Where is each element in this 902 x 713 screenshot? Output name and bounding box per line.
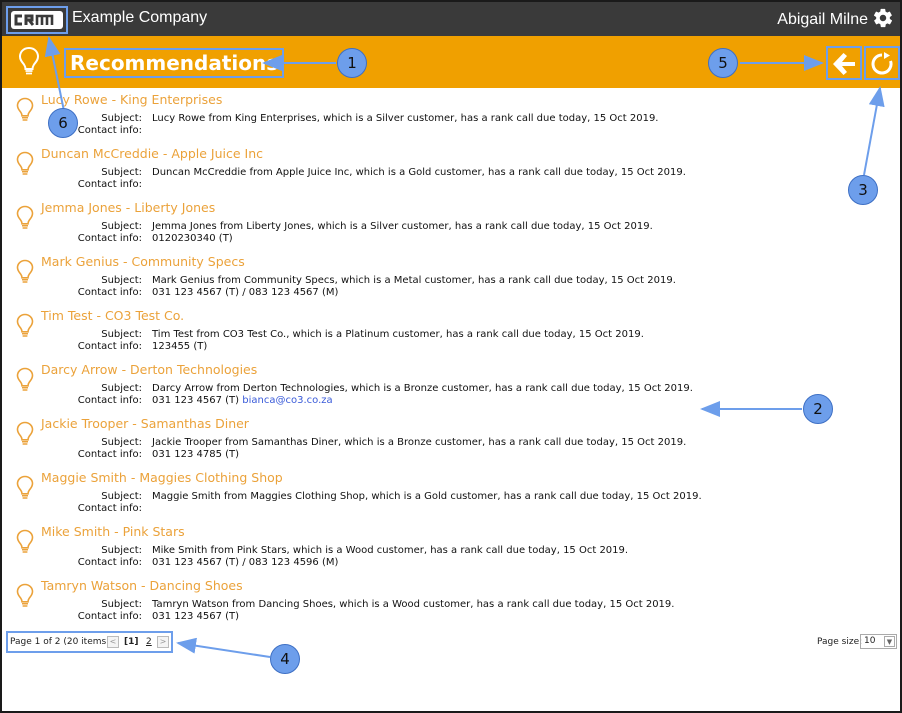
top-bar: Example Company Abigail Milne xyxy=(2,2,900,36)
recommendation-title-link[interactable]: Tim Test - CO3 Test Co. xyxy=(41,308,184,323)
contact-value: 031 123 4567 (T) / 083 123 4596 (M) xyxy=(152,557,338,568)
subject-label: Subject: xyxy=(101,491,142,502)
subject-label: Subject: xyxy=(101,437,142,448)
contact-label: Contact info: xyxy=(77,233,142,244)
recommendation-title-link[interactable]: Mark Genius - Community Specs xyxy=(41,254,245,269)
subject-text: Tim Test from CO3 Test Co., which is a P… xyxy=(152,329,644,340)
callout-2: 2 xyxy=(803,394,833,424)
contact-label: Contact info: xyxy=(77,557,142,568)
contact-text: 031 123 4785 (T) xyxy=(152,449,240,460)
callout-5: 5 xyxy=(708,48,738,78)
logo-highlight[interactable] xyxy=(6,6,68,34)
email-link[interactable]: bianca@co3.co.za xyxy=(242,395,332,406)
back-button[interactable] xyxy=(826,46,862,80)
contact-label: Contact info: xyxy=(77,125,142,136)
contact-value: 0120230340 (T) xyxy=(152,233,233,244)
recommendation-title-link[interactable]: Darcy Arrow - Derton Technologies xyxy=(41,362,257,377)
callout-3: 3 xyxy=(848,175,878,205)
list-item: Mike Smith - Pink Stars Subject: Mike Smit… xyxy=(2,522,900,576)
user-name[interactable]: Abigail Milne xyxy=(777,11,868,29)
contact-label: Contact info: xyxy=(77,449,142,460)
page-title: Recommendations xyxy=(70,51,279,75)
callout-1: 1 xyxy=(337,48,367,78)
subject-label: Subject: xyxy=(101,329,142,340)
contact-value: 123455 (T) xyxy=(152,341,207,352)
pager-page-2[interactable]: 2 xyxy=(146,637,152,647)
subject-text: Mike Smith from Pink Stars, which is a W… xyxy=(152,545,629,556)
list-item: Jackie Trooper - Samanthas Diner Subject:… xyxy=(2,414,900,468)
pager-next-button[interactable]: > xyxy=(157,636,169,648)
subject-label: Subject: xyxy=(101,221,142,232)
refresh-icon xyxy=(871,52,893,75)
contact-text: 0120230340 (T) xyxy=(152,233,233,244)
callout-6: 6 xyxy=(48,108,78,138)
contact-label: Contact info: xyxy=(77,287,142,298)
subject-label: Subject: xyxy=(101,599,142,610)
list-item: Jemma Jones - Liberty Jones Subject: Jemma… xyxy=(2,198,900,252)
contact-label: Contact info: xyxy=(77,395,142,406)
contact-value: 031 123 4567 (T) bianca@co3.co.za xyxy=(152,395,333,406)
arrow-left-icon xyxy=(833,53,855,75)
pager-summary: Page 1 of 2 (20 items) xyxy=(10,637,110,647)
contact-text: 031 123 4567 (T) xyxy=(152,395,240,406)
list-item: Maggie Smith - Maggies Clothing Shop Subj… xyxy=(2,468,900,522)
recommendation-title-link[interactable]: Maggie Smith - Maggies Clothing Shop xyxy=(41,470,283,485)
callout-4: 4 xyxy=(270,644,300,674)
subject-text: Lucy Rowe from King Enterprises, which i… xyxy=(152,113,659,124)
subject-text: Darcy Arrow from Derton Technologies, wh… xyxy=(152,383,693,394)
crm-logo[interactable] xyxy=(11,11,63,29)
chevron-down-icon[interactable]: ▼ xyxy=(884,636,895,647)
contact-text: 031 123 4567 (T) / 083 123 4596 (M) xyxy=(152,557,339,568)
contact-label: Contact info: xyxy=(77,179,142,190)
subject-label: Subject: xyxy=(101,383,142,394)
page-title-highlight: Recommendations xyxy=(64,48,285,78)
page-size-label: Page size: xyxy=(817,637,863,647)
pager: Page 1 of 2 (20 items) < [1] 2 > xyxy=(6,631,173,653)
recommendation-list: Lucy Rowe - King Enterprises Subject: Lucy… xyxy=(2,90,900,630)
recommendation-title-link[interactable]: Mike Smith - Pink Stars xyxy=(41,524,185,539)
app-window: Example Company Abigail Milne Recommenda… xyxy=(0,0,902,713)
recommendation-title-link[interactable]: Jemma Jones - Liberty Jones xyxy=(41,200,215,215)
refresh-button[interactable] xyxy=(864,46,900,80)
list-item: Tim Test - CO3 Test Co. Subject: Tim Test … xyxy=(2,306,900,360)
subject-label: Subject: xyxy=(101,113,142,124)
lightbulb-icon xyxy=(18,46,40,75)
contact-label: Contact info: xyxy=(77,341,142,352)
pager-current-page: [1] xyxy=(124,637,139,647)
gear-icon[interactable] xyxy=(872,7,894,29)
page-size-value: 10 xyxy=(864,636,876,646)
contact-text: 031 123 4567 (T) / 083 123 4567 (M) xyxy=(152,287,339,298)
contact-value: 031 123 4785 (T) xyxy=(152,449,239,460)
list-item: Darcy Arrow - Derton Technologies Subject… xyxy=(2,360,900,414)
list-item: Lucy Rowe - King Enterprises Subject: Lucy… xyxy=(2,90,900,144)
page-header: Recommendations xyxy=(2,36,900,88)
pager-prev-button[interactable]: < xyxy=(107,636,119,648)
subject-text: Maggie Smith from Maggies Clothing Shop,… xyxy=(152,491,702,502)
recommendation-title-link[interactable]: Jackie Trooper - Samanthas Diner xyxy=(41,416,249,431)
list-item: Duncan McCreddie - Apple Juice Inc Subjec… xyxy=(2,144,900,198)
subject-text: Mark Genius from Community Specs, which … xyxy=(152,275,676,286)
contact-value: 031 123 4567 (T) / 083 123 4567 (M) xyxy=(152,287,338,298)
contact-label: Contact info: xyxy=(77,611,142,622)
contact-value: 031 123 4567 (T) xyxy=(152,611,239,622)
company-name: Example Company xyxy=(72,9,208,26)
subject-text: Jackie Trooper from Samanthas Diner, whi… xyxy=(152,437,687,448)
subject-text: Duncan McCreddie from Apple Juice Inc, w… xyxy=(152,167,686,178)
list-item: Tamryn Watson - Dancing Shoes Subject: Tam… xyxy=(2,576,900,630)
list-item: Mark Genius - Community Specs Subject: Mar… xyxy=(2,252,900,306)
subject-text: Jemma Jones from Liberty Jones, which is… xyxy=(152,221,653,232)
page-size-select[interactable]: 10 ▼ xyxy=(860,634,897,649)
contact-label: Contact info: xyxy=(77,503,142,514)
contact-text: 123455 (T) xyxy=(152,341,208,352)
subject-label: Subject: xyxy=(101,167,142,178)
subject-label: Subject: xyxy=(101,545,142,556)
subject-text: Tamryn Watson from Dancing Shoes, which … xyxy=(152,599,675,610)
recommendation-title-link[interactable]: Tamryn Watson - Dancing Shoes xyxy=(41,578,243,593)
contact-text: 031 123 4567 (T) xyxy=(152,611,240,622)
subject-label: Subject: xyxy=(101,275,142,286)
recommendation-title-link[interactable]: Lucy Rowe - King Enterprises xyxy=(41,92,222,107)
recommendation-title-link[interactable]: Duncan McCreddie - Apple Juice Inc xyxy=(41,146,263,161)
